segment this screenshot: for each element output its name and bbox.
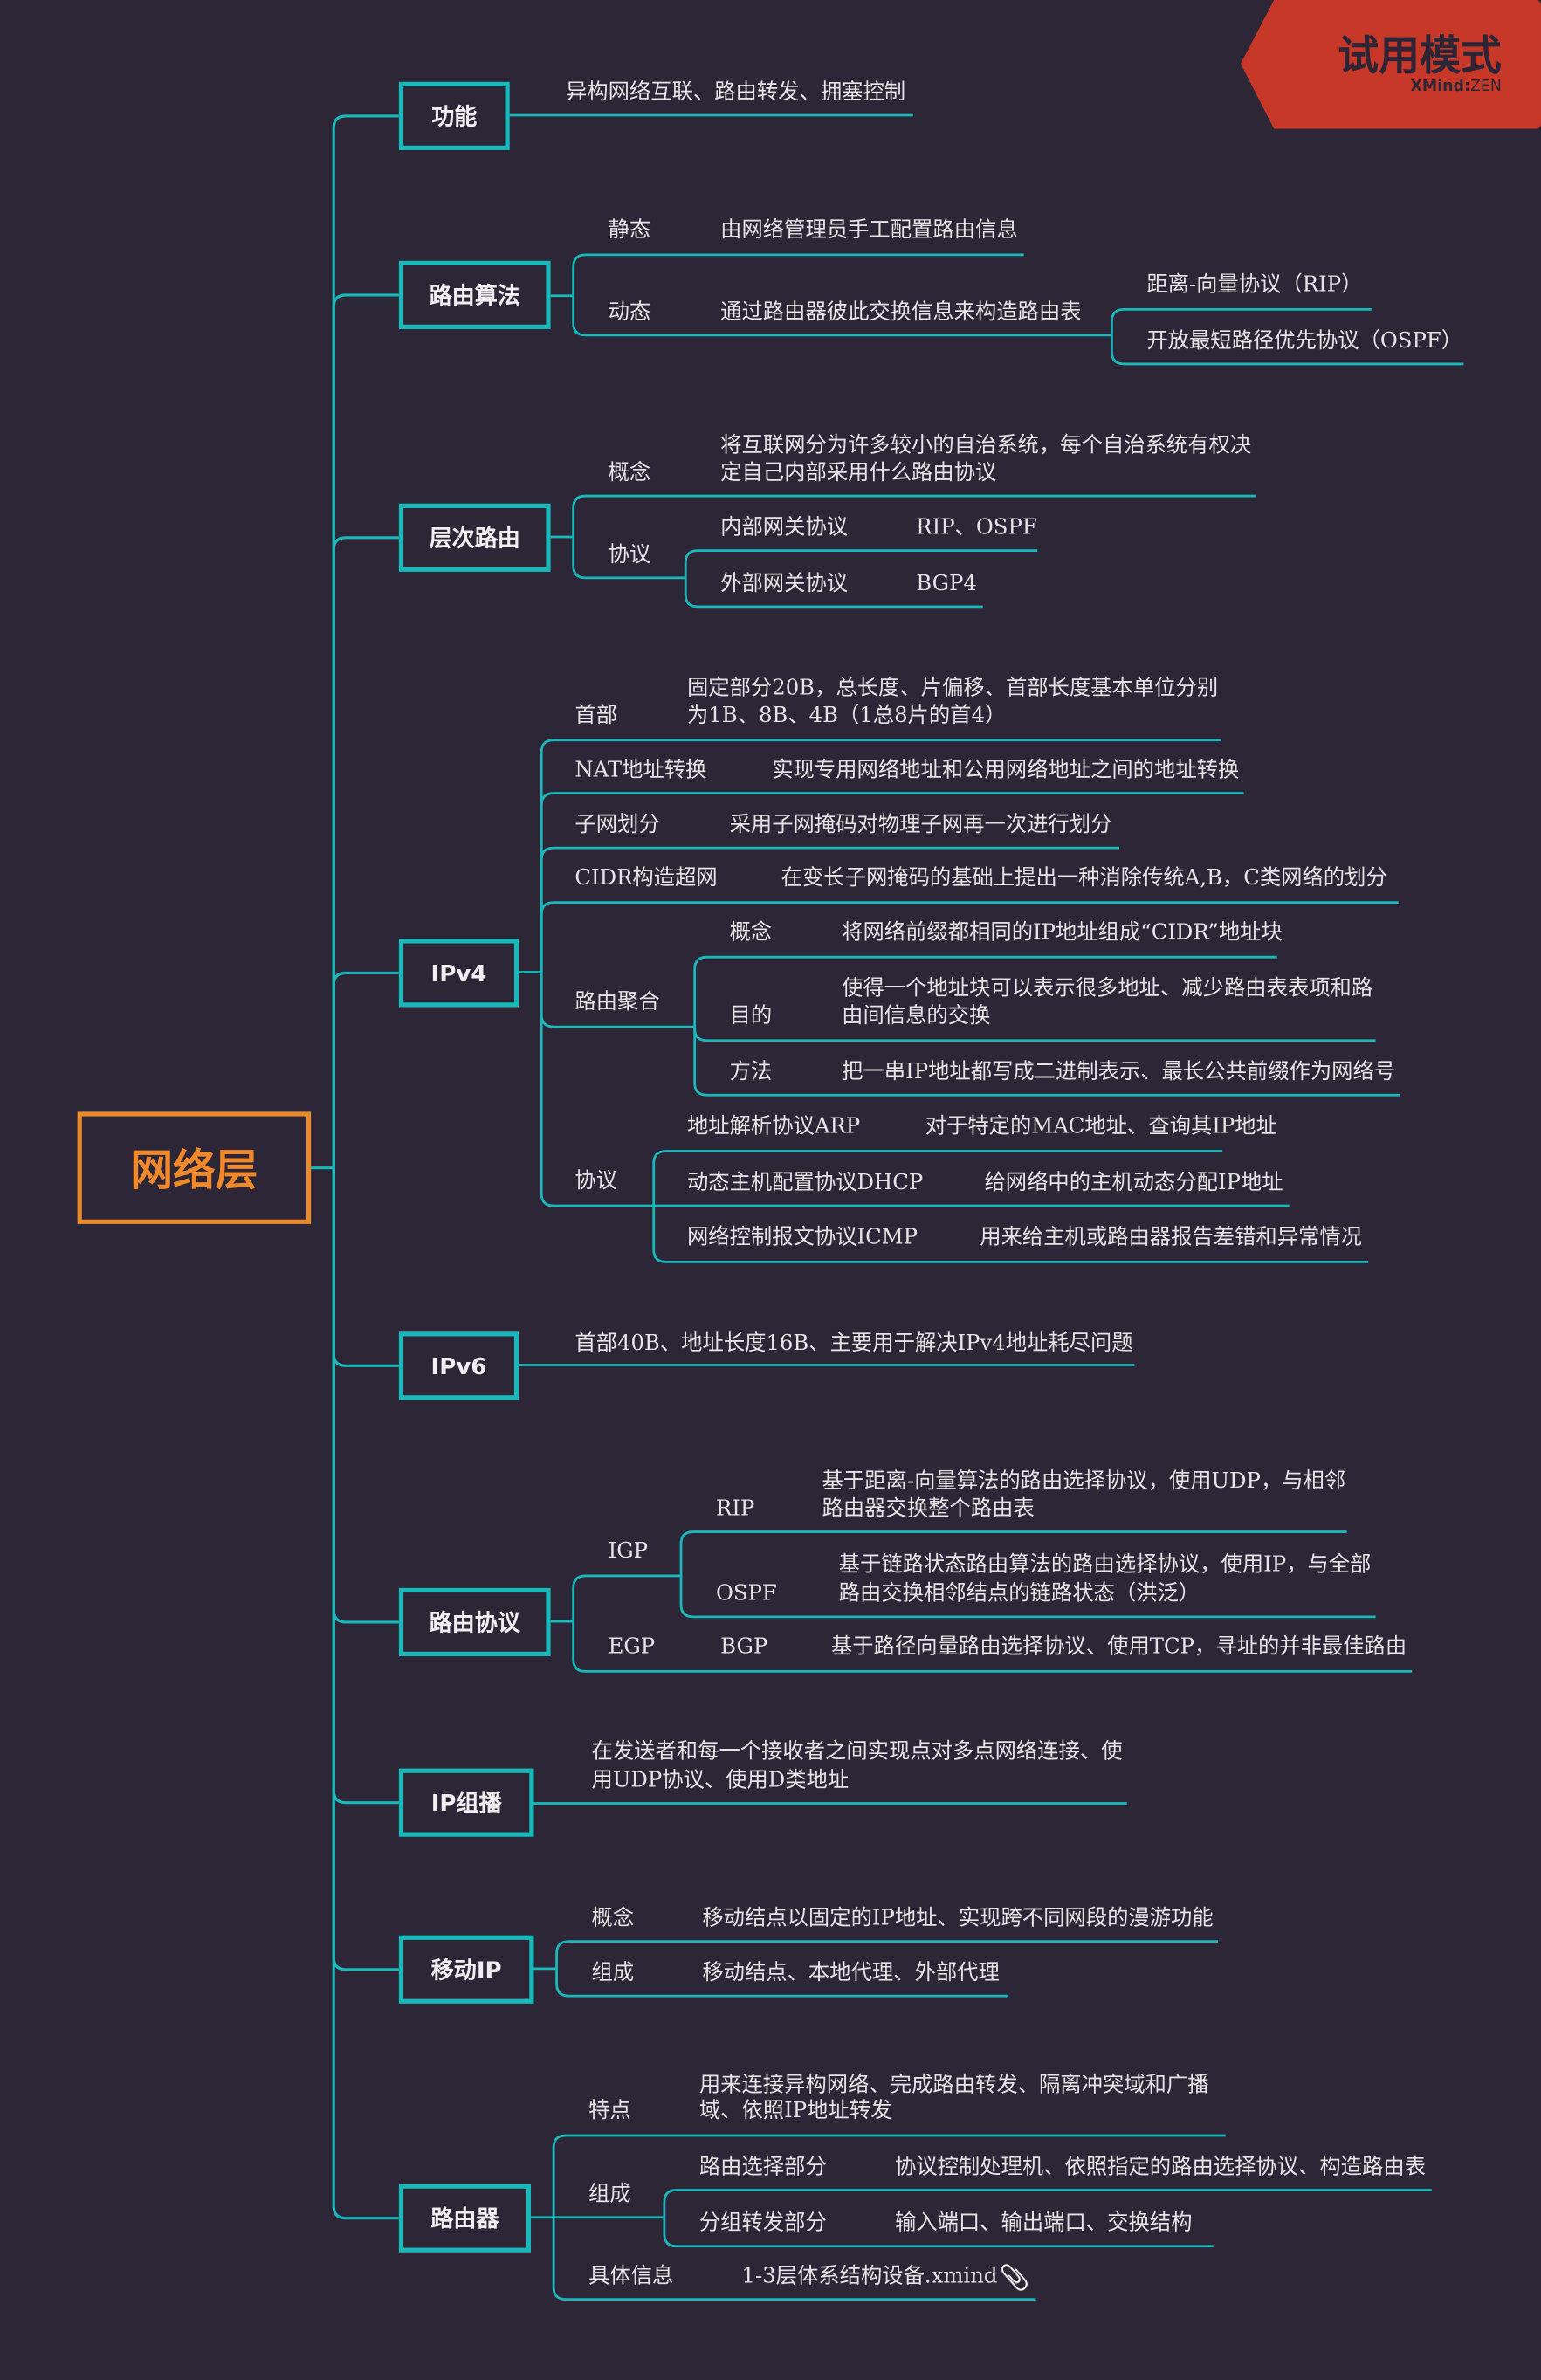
trial-mode-title: 试用模式 — [1338, 33, 1502, 81]
topic-label[interactable]: 组成 — [592, 1959, 635, 1988]
topic-label[interactable]: 外部网关协议 — [720, 570, 848, 599]
topic-label[interactable]: 概念 — [609, 459, 651, 488]
main-topic[interactable]: IPv6 — [398, 1331, 519, 1400]
topic-label[interactable]: RIP — [716, 1496, 754, 1524]
topic-value[interactable]: 协议控制处理机、依照指定的路由选择协议、构造路由表 — [895, 2154, 1426, 2183]
connector — [693, 1027, 1376, 1042]
topic-label[interactable]: 路由聚合 — [574, 989, 659, 1018]
topic-label[interactable]: 开放最短路径优先协议（OSPF） — [1146, 327, 1462, 356]
topic-value[interactable]: 路由器交换整个路由表 — [822, 1496, 1035, 1524]
topic-label[interactable]: BGP — [720, 1634, 767, 1662]
topic-label[interactable]: 动态 — [609, 299, 651, 327]
topic-value[interactable]: BGP4 — [916, 570, 977, 599]
topic-label[interactable]: EGP — [609, 1634, 656, 1662]
main-topic[interactable]: 移动IP — [398, 1935, 534, 2004]
topic-label[interactable]: 概念 — [592, 1905, 635, 1934]
topic-value[interactable]: 将互联网分为许多较小的自治系统，每个自治系统有权决 — [720, 432, 1251, 461]
topic-value[interactable]: 域、依照IP地址转发 — [699, 2098, 892, 2127]
topic-value[interactable]: 固定部分20B，总长度、片偏移、首部长度基本单位分别 — [687, 675, 1218, 704]
main-topic[interactable]: IPv4 — [398, 939, 519, 1008]
topic-value[interactable]: 路由交换相邻结点的链路状态（洪泛） — [839, 1580, 1200, 1609]
topic-label[interactable]: 网络控制报文协议ICMP — [687, 1224, 918, 1253]
topic-summary[interactable]: 用UDP协议、使用D类地址 — [592, 1767, 850, 1796]
connector — [572, 253, 1024, 296]
topic-value[interactable]: 移动结点、本地代理、外部代理 — [702, 1959, 999, 1988]
connector — [332, 1167, 399, 1367]
topic-summary[interactable]: 在发送者和每一个接收者之间实现点对多点网络连接、使 — [592, 1738, 1123, 1767]
main-topic[interactable]: 路由协议 — [398, 1587, 551, 1657]
topic-label[interactable]: 子网划分 — [574, 811, 659, 840]
topic-label[interactable]: CIDR构造超网 — [574, 864, 717, 893]
topic-summary[interactable]: 首部40B、地址长度16B、主要用于解决IPv4地址耗尽问题 — [574, 1331, 1132, 1359]
topic-value[interactable]: 输入端口、输出端口、交换结构 — [895, 2210, 1192, 2239]
topic-label[interactable]: OSPF — [716, 1580, 777, 1609]
topic-value[interactable]: 移动结点以固定的IP地址、实现跨不同网段的漫游功能 — [702, 1905, 1213, 1934]
connector — [332, 293, 399, 1168]
connector — [572, 494, 1256, 537]
topic-value[interactable]: 把一串IP地址都写成二进制表示、最长公共前缀作为网络号 — [842, 1059, 1395, 1088]
topic-label[interactable]: 具体信息 — [588, 2263, 673, 2292]
topic-value[interactable]: 使得一个地址块可以表示很多地址、减少路由表表项和路 — [842, 975, 1372, 1004]
topic-label[interactable]: 静态 — [609, 217, 651, 245]
connector — [332, 536, 399, 1168]
topic-label[interactable]: IGP — [609, 1538, 648, 1567]
topic-label[interactable]: NAT地址转换 — [574, 757, 706, 786]
topic-value[interactable]: 基于距离-向量算法的路由选择协议，使用UDP，与相邻 — [822, 1469, 1346, 1497]
connector — [332, 1167, 399, 1624]
main-topic[interactable]: 路由器 — [398, 2184, 532, 2253]
topic-label[interactable]: 协议 — [574, 1168, 617, 1197]
topic-label[interactable]: 地址解析协议ARP — [687, 1113, 860, 1142]
root-topic[interactable]: 网络层 — [77, 1111, 312, 1224]
trial-mode-badge[interactable]: 试用模式 XMind:ZEN — [1241, 0, 1541, 129]
main-topic[interactable]: IP组播 — [398, 1768, 534, 1837]
topic-label[interactable]: 分组转发部分 — [699, 2210, 827, 2239]
topic-value[interactable]: 给网络中的主机动态分配IP地址 — [984, 1169, 1283, 1198]
main-topic[interactable]: 层次路由 — [398, 503, 551, 572]
topic-value[interactable]: 基于链路状态路由算法的路由选择协议，使用IP，与全部 — [839, 1551, 1372, 1580]
topic-label[interactable]: 协议 — [609, 541, 651, 570]
mind-map-canvas: 网络层 试用模式 XMind:ZEN 功能路由算法层次路由 IPv4 IPv6 路由协… — [0, 0, 1541, 2380]
topic-value[interactable]: 在变长子网掩码的基础上提出一种消除传统A,B，C类网络的划分 — [781, 864, 1387, 893]
connector — [332, 1167, 399, 2220]
brand-edition: ZEN — [1469, 79, 1502, 96]
main-topic[interactable]: 功能 — [398, 81, 510, 150]
connector — [332, 971, 399, 1168]
topic-label[interactable]: 首部 — [574, 702, 617, 731]
connector — [332, 1167, 399, 1805]
topic-value[interactable]: 采用子网掩码对物理子网再一次进行划分 — [730, 811, 1112, 840]
topic-label[interactable]: 动态主机配置协议DHCP — [687, 1169, 923, 1198]
topic-label[interactable]: 路由选择部分 — [699, 2154, 827, 2183]
connector — [332, 114, 399, 1168]
topic-value[interactable]: 由网络管理员手工配置路由信息 — [720, 217, 1017, 245]
topic-label[interactable]: 组成 — [588, 2181, 631, 2210]
xmind-brand: XMind:ZEN — [1411, 79, 1502, 95]
topic-value[interactable]: 基于路径向量路由选择协议、使用TCP，寻址的并非最佳路由 — [831, 1634, 1407, 1662]
topic-value[interactable]: 对于特定的MAC地址、查询其IP地址 — [925, 1113, 1277, 1142]
main-topic[interactable]: 路由算法 — [398, 260, 551, 329]
topic-label[interactable]: 距离-向量协议（RIP） — [1146, 272, 1362, 300]
topic-label[interactable]: 方法 — [730, 1059, 773, 1088]
brand-name: XMind — [1410, 79, 1464, 96]
topic-value[interactable]: 通过路由器彼此交换信息来构造路由表 — [720, 299, 1081, 327]
topic-value[interactable]: 用来连接异构网络、完成路由转发、隔离冲突域和广播 — [699, 2072, 1209, 2101]
topic-label[interactable]: 目的 — [730, 1002, 773, 1031]
connector — [332, 1167, 399, 1971]
topic-value[interactable]: 用来给主机或路由器报告差错和异常情况 — [980, 1224, 1362, 1253]
topic-value[interactable]: 将网络前缀都相同的IP地址组成“CIDR”地址块 — [842, 919, 1283, 948]
topic-value[interactable]: 由间信息的交换 — [842, 1002, 990, 1031]
topic-summary[interactable]: 异构网络互联、路由转发、拥塞控制 — [566, 79, 905, 107]
attachment-link[interactable]: 1-3层体系结构设备.xmind — [741, 2263, 997, 2292]
topic-label[interactable]: 内部网关协议 — [720, 514, 848, 543]
topic-value[interactable]: 定自己内部采用什么路由协议 — [720, 459, 996, 488]
topic-value[interactable]: 实现专用网络地址和公用网络地址之间的地址转换 — [772, 757, 1239, 786]
topic-label[interactable]: 概念 — [730, 919, 773, 948]
topic-value[interactable]: 为1B、8B、4B（1总8片的首4） — [687, 702, 1006, 731]
topic-value[interactable]: RIP、OSPF — [916, 514, 1036, 543]
paperclip-icon[interactable]: 📎 — [1000, 2263, 1030, 2292]
connector — [572, 1574, 682, 1622]
topic-label[interactable]: 特点 — [588, 2098, 631, 2127]
